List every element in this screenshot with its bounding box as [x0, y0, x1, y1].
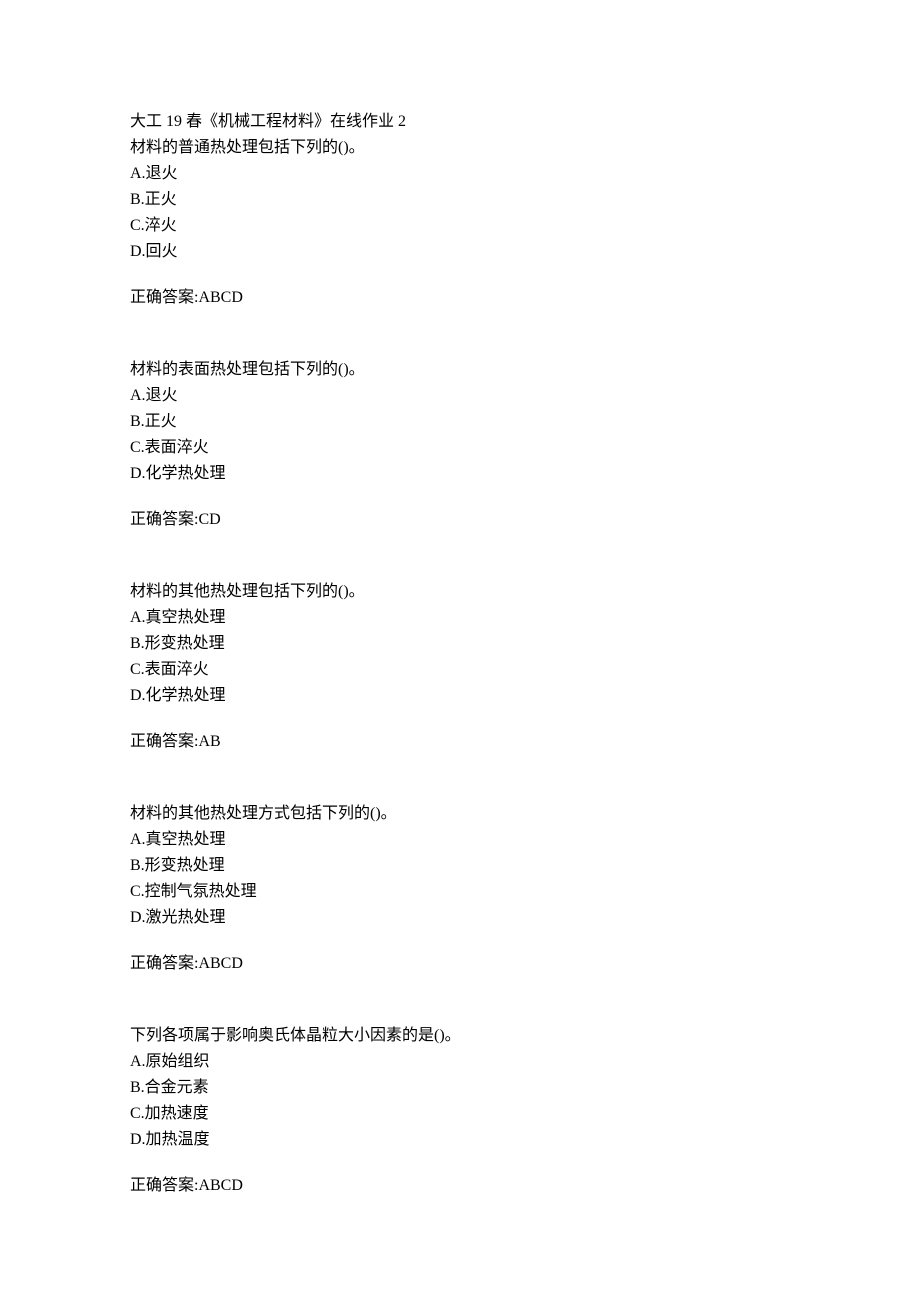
question-option: D.回火	[130, 240, 790, 264]
question-option: C.加热速度	[130, 1102, 790, 1126]
question-block: 材料的其他热处理方式包括下列的()。A.真空热处理B.形变热处理C.控制气氛热处…	[130, 802, 790, 976]
question-option: D.化学热处理	[130, 462, 790, 486]
question-option: C.控制气氛热处理	[130, 880, 790, 904]
answer-value: ABCD	[198, 289, 242, 306]
question-answer: 正确答案:CD	[130, 508, 790, 532]
page-title: 大工 19 春《机械工程材料》在线作业 2	[130, 110, 790, 134]
question-stem: 材料的其他热处理方式包括下列的()。	[130, 802, 790, 826]
questions-container: 材料的普通热处理包括下列的()。A.退火B.正火C.淬火D.回火正确答案:ABC…	[130, 136, 790, 1198]
question-option: A.真空热处理	[130, 606, 790, 630]
answer-prefix: 正确答案:	[130, 955, 198, 972]
question-block: 材料的普通热处理包括下列的()。A.退火B.正火C.淬火D.回火正确答案:ABC…	[130, 136, 790, 310]
question-block: 下列各项属于影响奥氏体晶粒大小因素的是()。A.原始组织B.合金元素C.加热速度…	[130, 1024, 790, 1198]
question-option: A.退火	[130, 162, 790, 186]
question-option: B.形变热处理	[130, 632, 790, 656]
question-option: A.退火	[130, 384, 790, 408]
question-answer: 正确答案:ABCD	[130, 1174, 790, 1198]
answer-prefix: 正确答案:	[130, 1177, 198, 1194]
question-option: C.淬火	[130, 214, 790, 238]
question-answer: 正确答案:ABCD	[130, 286, 790, 310]
question-stem: 材料的其他热处理包括下列的()。	[130, 580, 790, 604]
question-option: A.原始组织	[130, 1050, 790, 1074]
question-option: B.正火	[130, 188, 790, 212]
question-option: D.加热温度	[130, 1128, 790, 1152]
answer-prefix: 正确答案:	[130, 511, 198, 528]
question-answer: 正确答案:AB	[130, 730, 790, 754]
answer-value: ABCD	[198, 955, 242, 972]
question-stem: 材料的普通热处理包括下列的()。	[130, 136, 790, 160]
question-option: C.表面淬火	[130, 436, 790, 460]
question-option: C.表面淬火	[130, 658, 790, 682]
answer-value: CD	[198, 511, 220, 528]
question-option: A.真空热处理	[130, 828, 790, 852]
question-block: 材料的表面热处理包括下列的()。A.退火B.正火C.表面淬火D.化学热处理正确答…	[130, 358, 790, 532]
question-stem: 下列各项属于影响奥氏体晶粒大小因素的是()。	[130, 1024, 790, 1048]
question-stem: 材料的表面热处理包括下列的()。	[130, 358, 790, 382]
question-option: B.合金元素	[130, 1076, 790, 1100]
question-option: D.化学热处理	[130, 684, 790, 708]
question-option: D.激光热处理	[130, 906, 790, 930]
question-option: B.正火	[130, 410, 790, 434]
question-option: B.形变热处理	[130, 854, 790, 878]
question-block: 材料的其他热处理包括下列的()。A.真空热处理B.形变热处理C.表面淬火D.化学…	[130, 580, 790, 754]
document-page: 大工 19 春《机械工程材料》在线作业 2 材料的普通热处理包括下列的()。A.…	[0, 0, 920, 1302]
answer-value: AB	[198, 733, 220, 750]
answer-value: ABCD	[198, 1177, 242, 1194]
answer-prefix: 正确答案:	[130, 733, 198, 750]
answer-prefix: 正确答案:	[130, 289, 198, 306]
question-answer: 正确答案:ABCD	[130, 952, 790, 976]
